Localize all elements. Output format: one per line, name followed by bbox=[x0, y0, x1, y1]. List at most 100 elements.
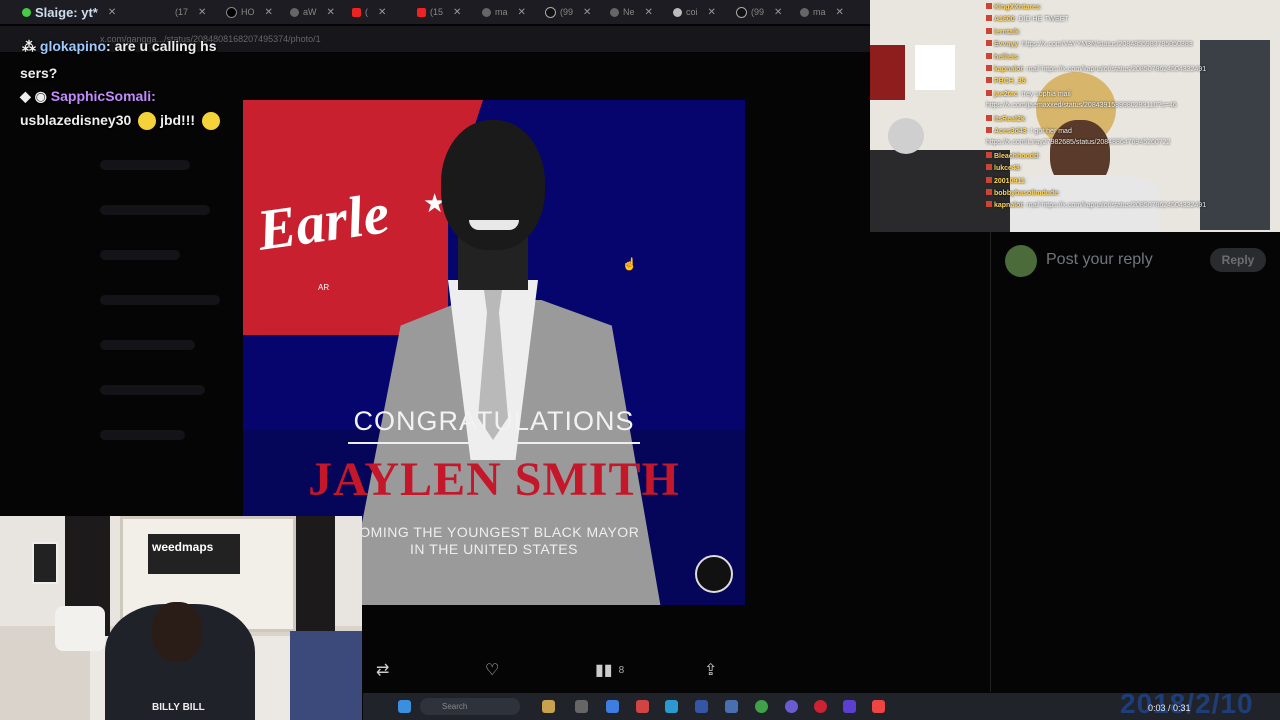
chat-username: Bleachhoodd bbox=[994, 152, 1039, 160]
tab-close-icon[interactable]: ✕ bbox=[708, 7, 716, 18]
taskbar-app-icon[interactable] bbox=[872, 700, 885, 713]
tab-title: coi bbox=[686, 7, 698, 17]
chat-message: A1600: DID HE TWEET bbox=[986, 15, 1069, 23]
city-seal-icon bbox=[695, 555, 733, 593]
chat-message: PBCH_35: bbox=[986, 77, 1027, 85]
taskbar-app-icon[interactable] bbox=[785, 700, 798, 713]
chat-message: ◆ ◉ SapphicSomali: bbox=[20, 88, 156, 105]
chat-message: Bleachhoodd: bbox=[986, 151, 1040, 160]
chat-badge-icon bbox=[986, 114, 992, 121]
tab-title: Slaige: yt* bbox=[35, 4, 98, 20]
tab-close-icon[interactable]: ✕ bbox=[583, 7, 591, 18]
tab-close-icon[interactable]: ✕ bbox=[774, 7, 782, 18]
fan-decoration bbox=[888, 118, 924, 154]
chat-badge-icon bbox=[986, 65, 992, 71]
tab-title: ma bbox=[495, 7, 508, 17]
chat-badge-icon bbox=[986, 201, 992, 208]
taskbar-app-icon[interactable] bbox=[843, 700, 856, 713]
chat-text: I got her mad bbox=[1030, 128, 1072, 135]
tiktok-icon bbox=[736, 6, 747, 18]
browser-tab[interactable]: Slaige: yt* ✕ bbox=[22, 0, 116, 24]
chat-text: mail https://x.com/kapnalot/status/20850… bbox=[1026, 66, 1207, 73]
chat-text: https://x.com/jaemaxxed/status/208439158… bbox=[986, 102, 1177, 110]
like-button[interactable]: ♡ bbox=[485, 660, 499, 680]
browser-tab[interactable]: aW ✕ bbox=[290, 0, 335, 24]
chat-badge-icon: ⁂ bbox=[22, 38, 36, 54]
chat-text: https://x.com/VAYYM3N/status/20848559837… bbox=[1022, 41, 1193, 49]
taskbar-search[interactable]: Search bbox=[420, 698, 520, 715]
photo-headline: CONGRATULATIONS bbox=[353, 406, 635, 436]
chat-text: sers? bbox=[20, 65, 58, 81]
tab-close-icon[interactable]: ✕ bbox=[453, 7, 461, 18]
edge-icon[interactable] bbox=[665, 700, 678, 713]
tab-close-icon[interactable]: ✕ bbox=[327, 7, 335, 18]
browser-tab[interactable]: (99 ✕ bbox=[545, 0, 591, 24]
taskbar-app-icon[interactable] bbox=[636, 700, 649, 713]
chat-badge-icon bbox=[986, 40, 992, 47]
share-button[interactable]: ⇪ bbox=[704, 660, 717, 680]
tab-close-icon[interactable]: ✕ bbox=[198, 7, 206, 18]
chat-message: lerntalk: bbox=[986, 27, 1021, 36]
browser-tab[interactable]: ma ✕ bbox=[482, 0, 526, 24]
banner-text: weedmaps bbox=[152, 540, 214, 554]
chat-badge-icon bbox=[986, 27, 992, 34]
tab-title: ma bbox=[813, 7, 826, 17]
browser-tab[interactable]: (17 ✕ bbox=[175, 0, 206, 24]
chat-message: sers? bbox=[20, 65, 57, 81]
tab-close-icon[interactable]: ✕ bbox=[836, 7, 844, 18]
tab-favicon-icon bbox=[673, 7, 682, 17]
person-head bbox=[441, 120, 545, 250]
browser-tab[interactable]: (99 ✕ bbox=[736, 0, 782, 24]
tab-title: (99 bbox=[560, 7, 574, 17]
photo-name: JAYLEN SMITH bbox=[308, 453, 680, 506]
taskbar-app-icon[interactable] bbox=[725, 700, 738, 713]
tab-title: aW bbox=[303, 7, 317, 17]
tab-close-icon[interactable]: ✕ bbox=[518, 7, 526, 18]
browser-tab[interactable]: ( ✕ bbox=[352, 0, 386, 24]
tab-close-icon[interactable]: ✕ bbox=[108, 7, 116, 18]
windows-start-icon[interactable] bbox=[398, 700, 411, 713]
browser-tab[interactable]: coi ✕ bbox=[673, 0, 716, 24]
emoji-icon bbox=[138, 112, 157, 131]
chat-username: kapnalot bbox=[994, 202, 1023, 210]
taskbar-app-icon[interactable] bbox=[606, 700, 619, 713]
chat-message: https://x.com/Liray27982685/status/20848… bbox=[986, 139, 1170, 146]
chat-username: 20010911 bbox=[994, 177, 1025, 185]
taskbar-app-icon[interactable] bbox=[695, 700, 708, 713]
chat-username: hellieis bbox=[994, 53, 1018, 61]
chat-username: lukce43 bbox=[994, 165, 1020, 173]
shirt-text: BILLY BILL bbox=[152, 702, 205, 713]
chat-username: bobbybasolimdude bbox=[994, 190, 1059, 197]
tab-close-icon[interactable]: ✕ bbox=[645, 7, 653, 18]
browser-tab[interactable]: Ne ✕ bbox=[610, 0, 653, 24]
chat-message: Evvayy: https://x.com/VAYYM3N/status/208… bbox=[986, 40, 1193, 48]
views-button[interactable]: ▮▮ 8 bbox=[595, 660, 624, 680]
taskbar-app-icon[interactable] bbox=[542, 700, 555, 713]
avatar bbox=[1005, 245, 1037, 277]
tab-close-icon[interactable]: ✕ bbox=[265, 7, 273, 18]
taskbar-app-icon[interactable] bbox=[755, 700, 768, 713]
browser-tab[interactable]: (15 ✕ bbox=[417, 0, 461, 24]
reply-input[interactable]: Post your reply bbox=[1046, 251, 1153, 269]
emoji-icon bbox=[201, 112, 220, 131]
tab-close-icon[interactable]: ✕ bbox=[378, 7, 386, 18]
chat-badge-icon bbox=[986, 3, 992, 9]
tab-title: (99 bbox=[751, 7, 765, 17]
chat-badge-icon bbox=[986, 151, 992, 158]
tab-favicon-icon bbox=[610, 7, 619, 17]
chat-text: jbd!!! bbox=[160, 112, 196, 128]
taskbar-app-icon[interactable] bbox=[575, 700, 588, 713]
chat-username: lerntalk bbox=[994, 28, 1019, 36]
browser-tab[interactable]: HO ✕ bbox=[226, 0, 273, 24]
tab-favicon-icon bbox=[22, 7, 31, 17]
reply-button[interactable]: Reply bbox=[1210, 248, 1266, 272]
bar-chart-icon: ▮▮ bbox=[595, 662, 613, 679]
column-divider bbox=[990, 232, 991, 692]
share-icon: ⇪ bbox=[704, 662, 718, 679]
city-logo-sub: AR bbox=[318, 283, 330, 292]
retweet-button[interactable]: ⇄ bbox=[376, 660, 389, 680]
chrome-icon[interactable] bbox=[814, 700, 827, 713]
browser-tab[interactable]: ma ✕ bbox=[800, 0, 844, 24]
chat-message: itsReal2k: bbox=[986, 114, 1027, 123]
chat-message: https://x.com/jaemaxxed/status/208439158… bbox=[986, 102, 1177, 109]
